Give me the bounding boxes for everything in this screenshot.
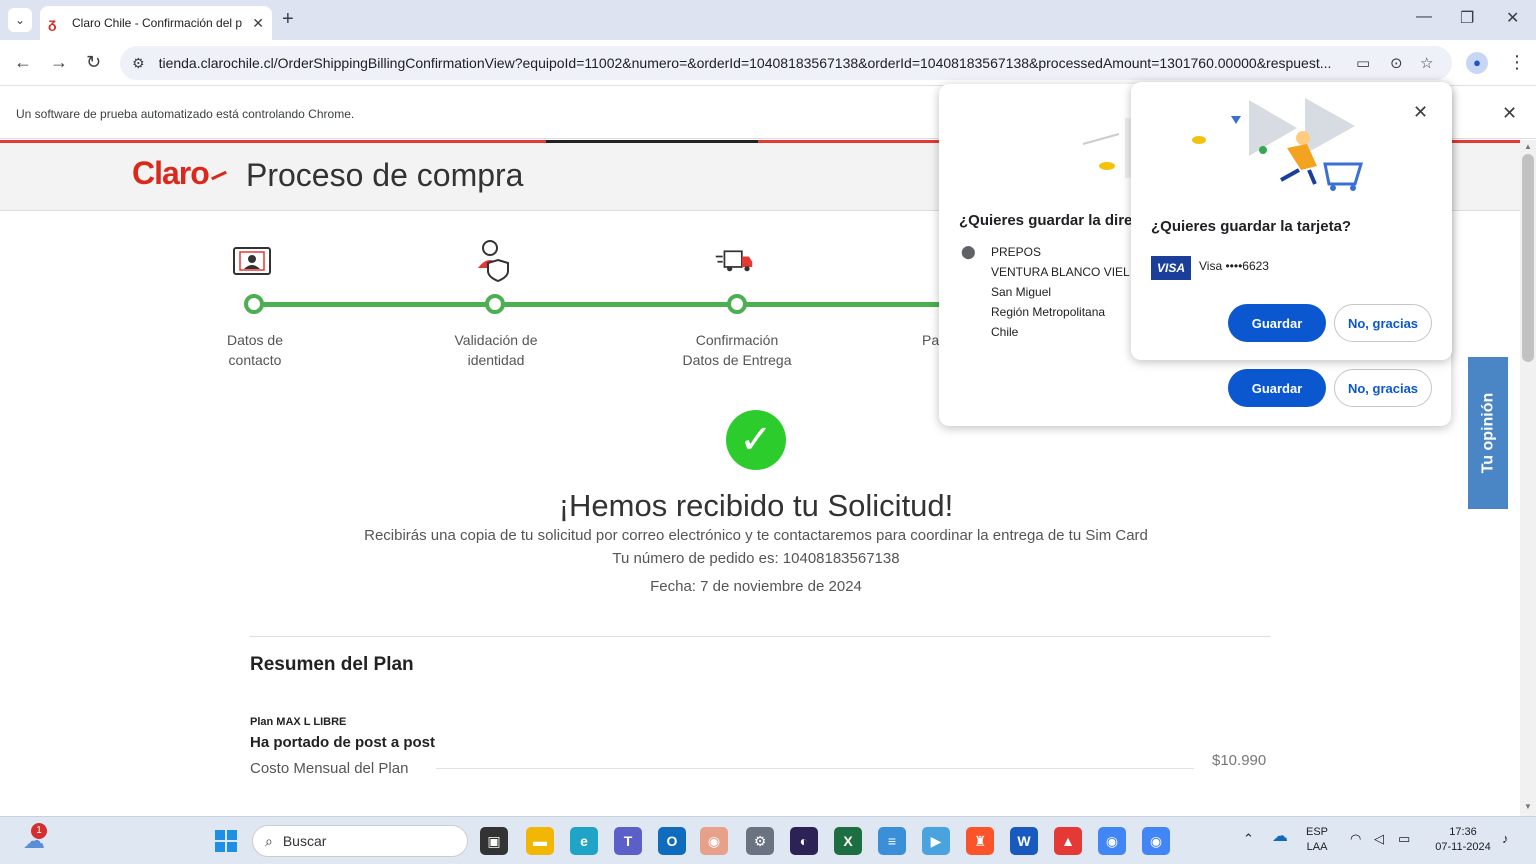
step-label-contact: Datos de contacto [226, 332, 284, 368]
step-label-delivery: Confirmación Datos de Entrega [682, 332, 792, 368]
task-view-icon[interactable]: ▣ [480, 827, 508, 855]
scrollbar-thumb[interactable] [1522, 154, 1534, 362]
bookmark-star-icon[interactable]: ☆ [1420, 54, 1433, 72]
progress-line [256, 302, 956, 307]
back-icon[interactable]: ← [14, 52, 32, 73]
section-divider [250, 636, 1270, 637]
scroll-down-icon[interactable]: ▼ [1524, 802, 1532, 811]
contact-card-icon [232, 240, 272, 280]
minimize-icon[interactable]: — [1416, 8, 1432, 26]
excel-icon[interactable]: X [834, 827, 862, 855]
visa-logo-icon: VISA [1151, 256, 1191, 280]
notification-bell-icon[interactable]: ♪ [1502, 831, 1509, 846]
decline-address-button[interactable]: No, gracias [1334, 369, 1432, 407]
tab-strip: ⌄ ᵹ Claro Chile - Confirmación del p ✕ +… [0, 0, 1536, 40]
monthly-cost-label: Costo Mensual del Plan [250, 760, 409, 777]
tab-title: Claro Chile - Confirmación del p [72, 16, 242, 30]
order-date: Fecha: 7 de noviembre de 2024 [650, 578, 862, 595]
page-scrollbar[interactable]: ▲ ▼ [1520, 140, 1536, 816]
progress-steps: Datos de contacto Validación de identidad … [0, 220, 1000, 380]
taskbar-search[interactable]: ⌕ Buscar [252, 825, 468, 857]
outlook-icon[interactable]: O [658, 827, 686, 855]
success-check-icon: ✓ [726, 410, 786, 470]
word-icon[interactable]: W [1010, 827, 1038, 855]
feedback-tab[interactable]: Tu opinión [1468, 357, 1508, 509]
step-label-identity: Validación de identidad [454, 332, 538, 368]
notepad-icon[interactable]: ≡ [878, 827, 906, 855]
portability-text: Ha portado de post a post [250, 734, 436, 751]
search-placeholder: Buscar [282, 833, 327, 849]
infobar-close-icon[interactable]: ✕ [1502, 103, 1517, 124]
language-indicator[interactable]: ESP LAA [1306, 825, 1328, 855]
search-icon: ⌕ [265, 832, 273, 849]
eclipse-icon[interactable]: ◐ [790, 827, 818, 855]
new-tab-button[interactable]: + [282, 8, 294, 31]
settings-gear-icon[interactable]: ⚙ [746, 827, 774, 855]
profile-avatar-icon[interactable]: ● [1466, 52, 1488, 74]
clock[interactable]: 17:36 07-11-2024 [1428, 825, 1498, 855]
confirmation-title: ¡Hemos recibido tu Solicitud! [558, 488, 954, 523]
window-close-icon[interactable]: ✕ [1506, 8, 1519, 28]
wifi-icon[interactable]: ◠ [1350, 831, 1361, 846]
address-bar[interactable]: ⚙ tienda.clarochile.cl/OrderShippingBill… [120, 46, 1452, 80]
claro-logo[interactable]: Claro [132, 155, 227, 192]
battery-icon[interactable]: ▭ [1398, 831, 1410, 846]
site-info-icon[interactable]: ⚙ [132, 55, 145, 72]
step-dot [485, 294, 505, 314]
volume-icon[interactable]: ◁ [1374, 831, 1384, 846]
save-address-button[interactable]: Guardar [1228, 369, 1326, 407]
weather-badge: 1 [31, 823, 47, 839]
location-pin-icon[interactable]: ⊙ [1390, 54, 1403, 72]
save-card-question: ¿Quieres guardar la tarjeta? [1151, 218, 1352, 235]
decline-card-button[interactable]: No, gracias [1334, 304, 1432, 342]
chrome-active-icon[interactable]: ◉ [700, 827, 728, 855]
teams-icon[interactable]: T [614, 827, 642, 855]
brave-icon[interactable]: ♜ [966, 827, 994, 855]
location-pin-icon: ⬤ [961, 244, 976, 259]
save-address-question: ¿Quieres guardar la dire [959, 212, 1133, 229]
chrome-icon[interactable]: ◉ [1098, 827, 1126, 855]
active-tab[interactable]: ᵹ Claro Chile - Confirmación del p ✕ [40, 6, 272, 40]
reload-icon[interactable]: ↻ [86, 52, 101, 73]
chrome-icon-2[interactable]: ◉ [1142, 827, 1170, 855]
file-explorer-icon[interactable]: ▬ [526, 827, 554, 855]
confirmation-message: Recibirás una copia de tu solicitud por … [364, 527, 1148, 544]
page-title: Proceso de compra [246, 157, 524, 193]
cost-leader-line [436, 768, 1194, 769]
windows-start-icon[interactable] [212, 827, 240, 855]
card-icon[interactable]: ▭ [1356, 54, 1370, 72]
url-text[interactable]: tienda.clarochile.cl/OrderShippingBillin… [159, 55, 1339, 71]
plan-name: Plan MAX L LIBRE [250, 716, 347, 728]
media-player-icon[interactable]: ▶ [922, 827, 950, 855]
tray-chevron-icon[interactable]: ⌃ [1243, 831, 1254, 846]
monthly-cost-value: $10.990 [1212, 752, 1267, 769]
order-number: Tu número de pedido es: 10408183567138 [612, 550, 900, 567]
shopping-illustration-icon [1192, 98, 1364, 191]
chrome-menu-icon[interactable]: ⋮ [1508, 52, 1526, 73]
popup-close-icon[interactable]: ✕ [1413, 102, 1428, 123]
windows-taskbar: ☁ 1 ⌕ Buscar ▣ ▬ e T O ◉ ⚙ ◐ X ≡ ▶ ♜ W ▲… [0, 816, 1536, 864]
card-masked-number: Visa ••••6623 [1199, 259, 1269, 273]
tab-search-button[interactable]: ⌄ [8, 8, 32, 32]
step-dot [727, 294, 747, 314]
automation-message: Un software de prueba automatizado está … [16, 107, 355, 121]
identity-shield-icon [474, 240, 514, 282]
edge-icon[interactable]: e [570, 827, 598, 855]
scroll-up-icon[interactable]: ▲ [1524, 142, 1532, 151]
tab-close-icon[interactable]: ✕ [252, 15, 264, 32]
restore-icon[interactable]: ❐ [1460, 8, 1474, 28]
save-card-button[interactable]: Guardar [1228, 304, 1326, 342]
forward-icon[interactable]: → [50, 52, 68, 73]
plan-summary-heading: Resumen del Plan [250, 654, 414, 675]
browser-toolbar: ← → ↻ ⚙ tienda.clarochile.cl/OrderShippi… [0, 40, 1536, 86]
address-lines: PREPOS VENTURA BLANCO VIEL 11 San Miguel… [991, 245, 1146, 339]
claro-favicon-icon: ᵹ [48, 15, 57, 31]
onedrive-icon[interactable]: ☁ [1272, 829, 1288, 845]
save-card-popup: ✕ ¿Quieres guardar la tarjeta? VISA Visa… [1131, 82, 1452, 360]
app-icon[interactable]: ▲ [1054, 827, 1082, 855]
step-dot [244, 294, 264, 314]
delivery-truck-icon [714, 240, 754, 280]
